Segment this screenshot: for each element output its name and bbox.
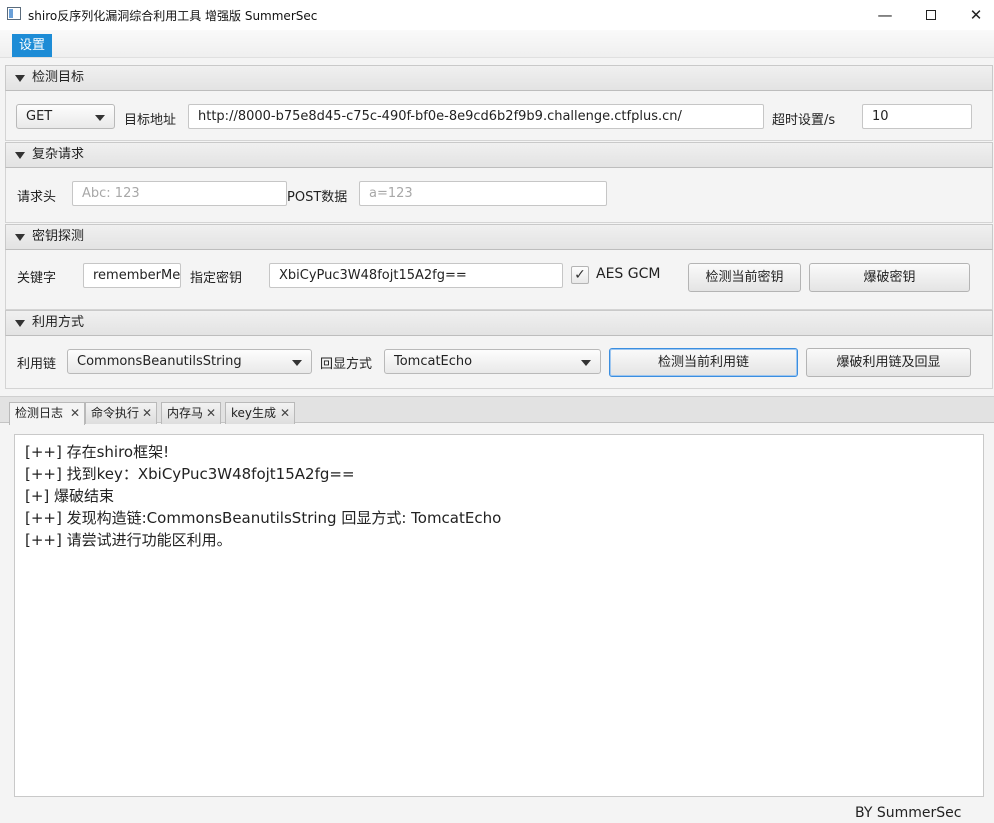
menu-settings[interactable]: 设置: [12, 34, 53, 57]
url-label: 目标地址: [124, 113, 177, 128]
close-icon[interactable]: ✕: [142, 403, 152, 423]
maximize-icon: [926, 10, 936, 20]
close-icon[interactable]: ✕: [70, 403, 80, 423]
section-complex-title: 复杂请求: [32, 147, 85, 162]
timeout-label: 超时设置/s: [772, 113, 836, 128]
log-line: [++] 请尝试进行功能区利用。: [25, 531, 232, 549]
chevron-down-icon: [95, 115, 105, 121]
header-input[interactable]: Abc: 123: [72, 181, 287, 206]
check-key-button[interactable]: 检测当前密钥: [688, 263, 801, 292]
section-target-body: GET 目标地址 http://8000-b75e8d45-c75c-490f-…: [5, 91, 993, 141]
chain-label: 利用链: [17, 357, 57, 372]
post-input[interactable]: a=123: [359, 181, 607, 206]
log-line: [++] 发现构造链:CommonsBeanutilsString 回显方式: …: [25, 509, 502, 527]
close-icon[interactable]: ✕: [280, 403, 290, 423]
key-input[interactable]: XbiCyPuc3W48fojt15A2fg==: [269, 263, 563, 288]
log-line: [++] 存在shiro框架!: [25, 443, 170, 461]
echo-label: 回显方式: [320, 357, 373, 372]
menu-bar: 设置: [0, 30, 994, 58]
section-exploit-body: 利用链 CommonsBeanutilsString 回显方式 TomcatEc…: [5, 336, 993, 389]
echo-select[interactable]: TomcatEcho: [384, 349, 601, 374]
close-icon: ✕: [969, 6, 983, 24]
keyword-label: 关键字: [17, 271, 57, 286]
maximize-button[interactable]: [908, 0, 954, 30]
header-label: 请求头: [17, 190, 57, 205]
tab-label: key生成: [231, 406, 277, 420]
section-complex-body: 请求头 Abc: 123 POST数据 a=123: [5, 168, 993, 223]
window-title: shiro反序列化漏洞综合利用工具 增强版 SummerSec: [28, 9, 318, 23]
url-input[interactable]: http://8000-b75e8d45-c75c-490f-bf0e-8e9c…: [188, 104, 764, 129]
tab-label: 命令执行: [91, 406, 140, 420]
title-bar: shiro反序列化漏洞综合利用工具 增强版 SummerSec — ✕: [0, 0, 994, 30]
tab-label: 检测日志: [15, 406, 64, 420]
tab-bar: 检测日志 ✕ 命令执行 ✕ 内存马 ✕ key生成 ✕: [0, 396, 994, 425]
tab-log[interactable]: 检测日志 ✕: [9, 402, 85, 425]
close-icon[interactable]: ✕: [206, 403, 216, 423]
check-chain-button[interactable]: 检测当前利用链: [609, 348, 798, 377]
log-line: [+] 爆破结束: [25, 487, 115, 505]
tab-memshell[interactable]: 内存马 ✕: [161, 402, 221, 424]
section-exploit-title: 利用方式: [32, 315, 85, 330]
tab-keygen[interactable]: key生成 ✕: [225, 402, 295, 424]
brute-chain-button[interactable]: 爆破利用链及回显: [806, 348, 971, 377]
section-exploit-header[interactable]: 利用方式: [5, 310, 993, 336]
chain-select[interactable]: CommonsBeanutilsString: [67, 349, 312, 374]
minimize-icon: —: [877, 6, 893, 24]
footer-credit: BY SummerSec: [855, 805, 962, 821]
section-key-title: 密钥探测: [32, 229, 85, 244]
collapse-triangle-icon: [15, 75, 25, 82]
minimize-button[interactable]: —: [862, 0, 908, 30]
log-line: [++] 找到key：XbiCyPuc3W48fojt15A2fg==: [25, 465, 355, 483]
collapse-triangle-icon: [15, 320, 25, 327]
keyword-input[interactable]: rememberMe: [83, 263, 181, 288]
log-textarea[interactable]: [++] 存在shiro框架! [++] 找到key：XbiCyPuc3W48f…: [14, 434, 984, 797]
key-label: 指定密钥: [190, 271, 243, 286]
post-label: POST数据: [287, 190, 348, 205]
section-target-title: 检测目标: [32, 70, 85, 85]
check-icon: ✓: [574, 267, 586, 283]
app-icon: [7, 7, 21, 20]
tab-command[interactable]: 命令执行 ✕: [85, 402, 157, 424]
chevron-down-icon: [292, 360, 302, 366]
section-target-header[interactable]: 检测目标: [5, 65, 993, 91]
section-complex-header[interactable]: 复杂请求: [5, 142, 993, 168]
tab-label: 内存马: [167, 406, 204, 420]
close-button[interactable]: ✕: [953, 0, 994, 30]
aes-gcm-label: AES GCM: [596, 266, 661, 282]
brute-key-button[interactable]: 爆破密钥: [809, 263, 970, 292]
method-select[interactable]: GET: [16, 104, 115, 129]
echo-value: TomcatEcho: [394, 354, 473, 369]
chain-value: CommonsBeanutilsString: [77, 354, 242, 369]
chevron-down-icon: [581, 360, 591, 366]
aes-gcm-checkbox[interactable]: ✓: [571, 266, 589, 284]
collapse-triangle-icon: [15, 152, 25, 159]
section-key-body: 关键字 rememberMe 指定密钥 XbiCyPuc3W48fojt15A2…: [5, 250, 993, 310]
timeout-input[interactable]: 10: [862, 104, 972, 129]
section-key-header[interactable]: 密钥探测: [5, 224, 993, 250]
method-value: GET: [26, 109, 53, 124]
collapse-triangle-icon: [15, 234, 25, 241]
